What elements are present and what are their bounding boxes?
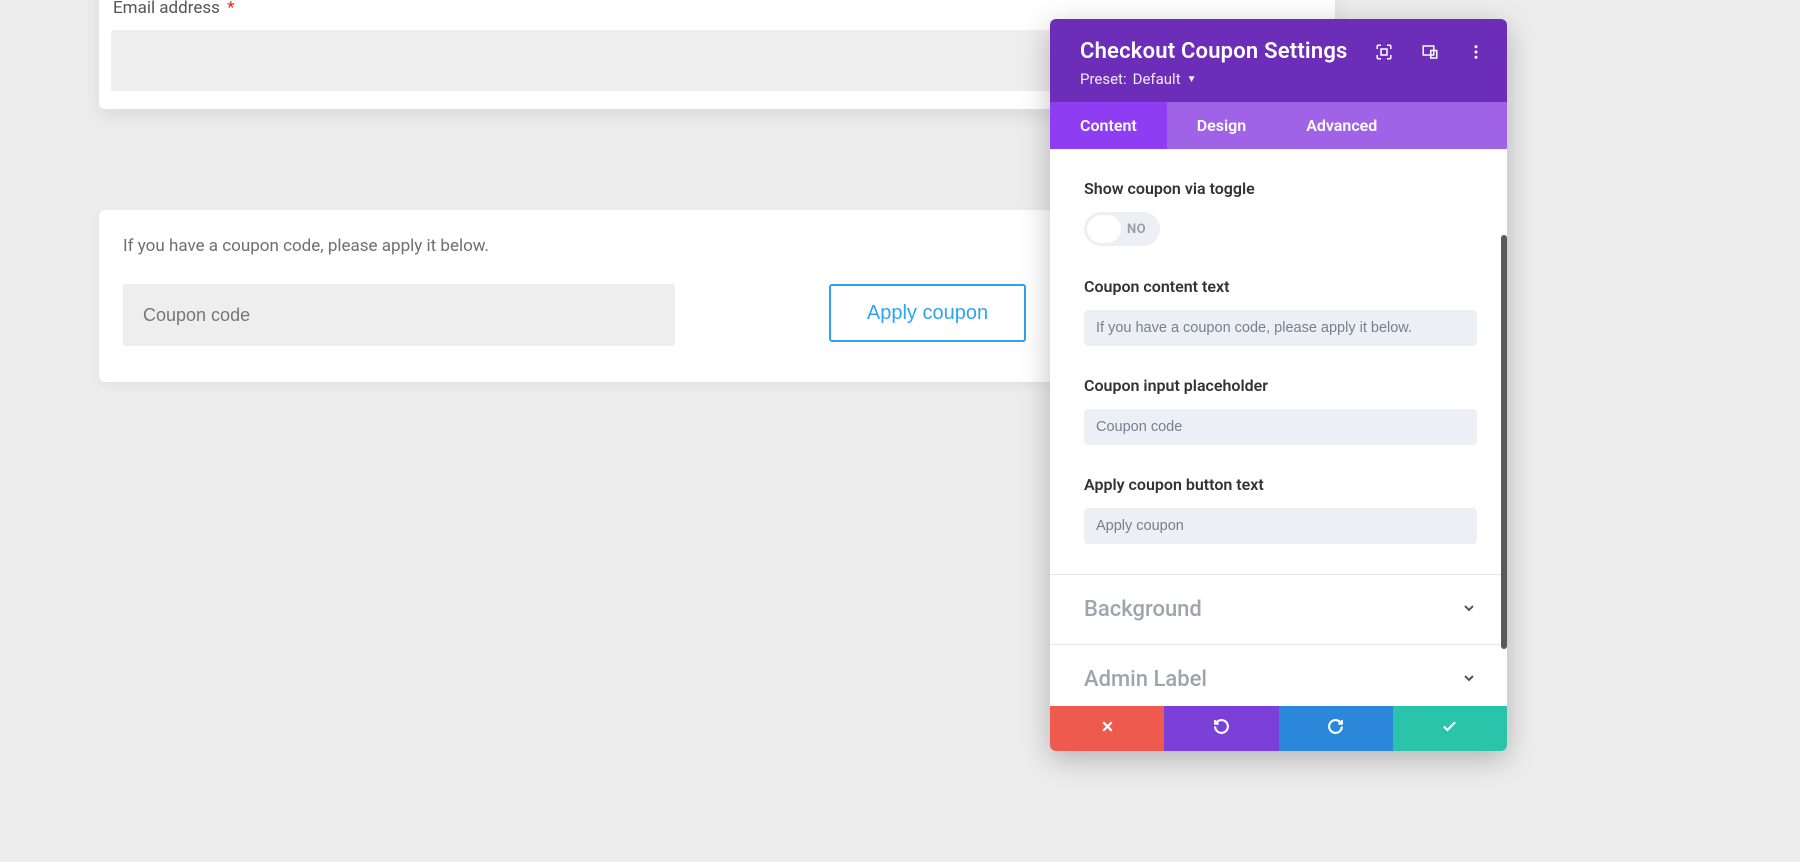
field-content-text: Coupon content text bbox=[1084, 277, 1477, 346]
tab-content[interactable]: Content bbox=[1050, 102, 1167, 149]
expand-icon[interactable] bbox=[1375, 43, 1393, 61]
preset-value: Default bbox=[1133, 70, 1181, 88]
email-label-text: Email address bbox=[113, 0, 220, 18]
section-admin-label-title: Admin Label bbox=[1084, 667, 1207, 692]
section-background-title: Background bbox=[1084, 597, 1202, 622]
redo-button[interactable] bbox=[1279, 706, 1393, 751]
cancel-button[interactable] bbox=[1050, 706, 1164, 751]
save-button[interactable] bbox=[1393, 706, 1507, 751]
show-toggle-switch[interactable]: NO bbox=[1084, 212, 1160, 246]
preset-dropdown[interactable]: Preset: Default ▼ bbox=[1080, 70, 1197, 88]
field-button-text: Apply coupon button text bbox=[1084, 475, 1477, 544]
tab-design[interactable]: Design bbox=[1167, 102, 1276, 149]
more-icon[interactable] bbox=[1467, 43, 1485, 61]
panel-tabs: Content Design Advanced bbox=[1050, 102, 1507, 149]
field-show-toggle: Show coupon via toggle NO bbox=[1084, 179, 1477, 247]
apply-coupon-button[interactable]: Apply coupon bbox=[829, 284, 1026, 342]
placeholder-label: Coupon input placeholder bbox=[1084, 376, 1477, 395]
header-icon-group bbox=[1375, 43, 1485, 61]
undo-icon bbox=[1213, 718, 1230, 739]
preview-canvas: Email address * If you have a coupon cod… bbox=[0, 0, 1050, 862]
preset-prefix: Preset: bbox=[1080, 70, 1127, 88]
close-icon bbox=[1099, 718, 1116, 739]
section-admin-label[interactable]: Admin Label bbox=[1050, 644, 1507, 706]
show-toggle-label: Show coupon via toggle bbox=[1084, 179, 1477, 198]
chevron-down-icon bbox=[1461, 670, 1477, 690]
content-text-input[interactable] bbox=[1084, 310, 1477, 346]
caret-down-icon: ▼ bbox=[1187, 74, 1197, 85]
settings-panel: Checkout Coupon Settings Preset: Default… bbox=[1050, 19, 1507, 751]
field-placeholder: Coupon input placeholder bbox=[1084, 376, 1477, 445]
undo-button[interactable] bbox=[1164, 706, 1278, 751]
toggle-knob bbox=[1087, 215, 1121, 243]
tab-advanced[interactable]: Advanced bbox=[1276, 102, 1407, 149]
placeholder-input[interactable] bbox=[1084, 409, 1477, 445]
email-label: Email address * bbox=[111, 0, 1323, 18]
redo-icon bbox=[1327, 718, 1344, 739]
panel-body[interactable]: Show coupon via toggle NO Coupon content… bbox=[1050, 149, 1507, 706]
button-text-input[interactable] bbox=[1084, 508, 1477, 544]
responsive-icon[interactable] bbox=[1421, 43, 1439, 61]
toggle-value: NO bbox=[1127, 222, 1150, 237]
content-text-label: Coupon content text bbox=[1084, 277, 1477, 296]
check-icon bbox=[1441, 718, 1458, 739]
panel-action-bar bbox=[1050, 706, 1507, 751]
section-background[interactable]: Background bbox=[1050, 574, 1507, 644]
required-asterisk: * bbox=[227, 0, 234, 18]
panel-header: Checkout Coupon Settings Preset: Default… bbox=[1050, 19, 1507, 102]
button-text-label: Apply coupon button text bbox=[1084, 475, 1477, 494]
chevron-down-icon bbox=[1461, 600, 1477, 620]
coupon-code-input[interactable] bbox=[123, 284, 675, 346]
